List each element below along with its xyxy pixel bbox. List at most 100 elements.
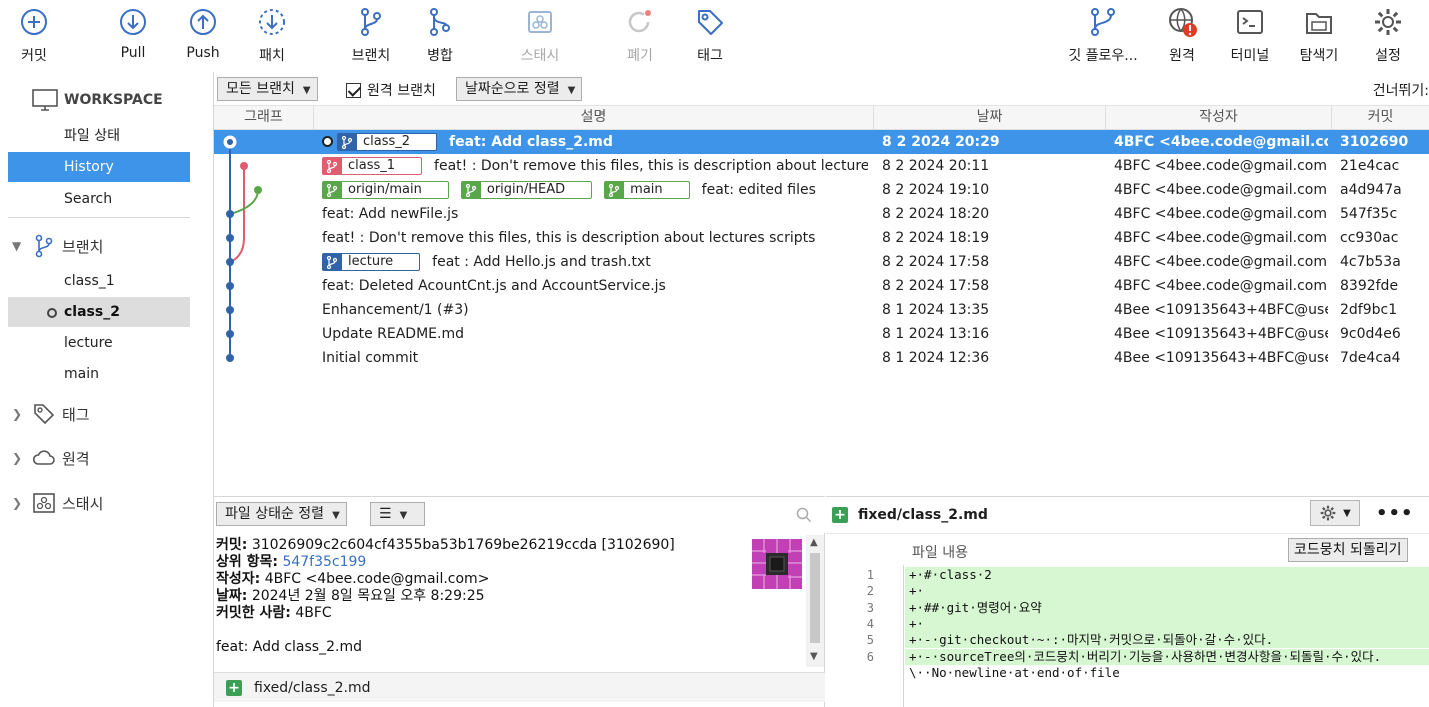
header-graph[interactable]: 그래프 xyxy=(214,106,314,130)
table-header: 그래프 설명 날짜 작성자 커밋 xyxy=(214,106,1429,130)
branch-tag-name: class_2 xyxy=(357,133,438,151)
sidebar-group-branches[interactable]: ▼ 브랜치 xyxy=(12,234,103,258)
sidebar-item-history[interactable]: History xyxy=(8,152,190,182)
gitflow-button[interactable]: 깃 플로우... xyxy=(1060,6,1146,68)
diff-context-line[interactable]: \··No·newline·at·end·of·file xyxy=(905,665,1429,681)
dropdown-label: 날짜순으로 정렬 xyxy=(465,81,560,97)
pull-button[interactable]: Pull xyxy=(112,6,154,68)
branch-tag[interactable]: class_2 xyxy=(337,133,438,151)
graph-node xyxy=(226,354,234,362)
tag-button[interactable]: 태그 xyxy=(692,6,728,68)
stash-label: 스태시 xyxy=(520,48,560,64)
remote-button[interactable]: 원격 xyxy=(1162,6,1202,68)
commit-date: 8 2 2024 17:58 xyxy=(882,278,990,294)
search-icon[interactable] xyxy=(796,507,812,523)
merge-button[interactable]: 병합 xyxy=(422,6,458,68)
commit-description: feat: Deleted AcountCnt.js and AccountSe… xyxy=(322,274,868,298)
header-commit[interactable]: 커밋 xyxy=(1332,106,1429,130)
detail-value: 4BFC xyxy=(295,605,332,621)
file-sort-dropdown[interactable]: 파일 상태순 정렬 ▼ xyxy=(216,502,347,526)
sidebar-branch-class-1[interactable]: class_1 xyxy=(8,266,190,296)
table-row[interactable]: Initial commit 8 1 2024 12:36 4Bee <109135… xyxy=(214,346,1429,370)
branch-tag[interactable]: lecture xyxy=(322,253,421,271)
table-row[interactable]: Update README.md 8 1 2024 13:16 4Bee <1091… xyxy=(214,322,1429,346)
diff-added-line[interactable]: +·#·class·2 xyxy=(905,567,1429,584)
branch-tag[interactable]: origin/HEAD xyxy=(460,181,593,199)
branch-tag[interactable]: origin/main xyxy=(322,181,449,199)
discard-button[interactable]: 폐기 xyxy=(622,6,658,68)
commit-message-text: feat! : Don't remove this files, this is… xyxy=(322,230,816,246)
stash-button[interactable]: 스태시 xyxy=(514,6,566,68)
table-row[interactable]: class_1 feat! : Don't remove this files, … xyxy=(214,154,1429,178)
branch-tag[interactable]: class_1 xyxy=(322,157,423,175)
branches-title: 브랜치 xyxy=(62,237,104,256)
commit-message-text: Update README.md xyxy=(322,326,464,342)
parent-commit-link[interactable]: 547f35c199 xyxy=(282,554,366,570)
settings-button[interactable]: 설정 xyxy=(1370,6,1406,68)
diff-added-line[interactable]: +· xyxy=(905,583,1429,600)
terminal-button[interactable]: 터미널 xyxy=(1226,6,1274,68)
diff-options-button[interactable]: ▼ xyxy=(1310,500,1360,526)
details-scrollbar[interactable]: ▲ ▼ xyxy=(806,535,824,667)
sidebar-branch-main[interactable]: main xyxy=(8,359,190,389)
table-row[interactable]: origin/main origin/HEAD main feat: edited f… xyxy=(214,178,1429,202)
scrollbar-thumb[interactable] xyxy=(810,553,820,643)
discard-label: 폐기 xyxy=(627,48,653,64)
pull-label: Pull xyxy=(120,45,146,61)
changed-file-row[interactable]: + fixed/class_2.md xyxy=(214,672,825,702)
explorer-button[interactable]: 탐색기 xyxy=(1294,6,1344,68)
line-number: 1 xyxy=(866,568,874,582)
table-row[interactable]: Enhancement/1 (#3) 8 1 2024 13:35 4Bee <10… xyxy=(214,298,1429,322)
detail-value: 31026909c2c604cf4355ba53b1769be26219ccda… xyxy=(251,537,675,553)
diff-added-line[interactable]: +·-·git·checkout·~·:·마지막·커밋으로·되돌아·갈·수·있다… xyxy=(905,632,1429,649)
commit-date: 8 2 2024 20:11 xyxy=(882,158,990,174)
sidebar-group-stashes[interactable]: ❯ 스태시 xyxy=(12,491,103,515)
scroll-up-icon[interactable]: ▲ xyxy=(810,537,818,548)
changed-file-name: fixed/class_2.md xyxy=(254,679,371,696)
header-date[interactable]: 날짜 xyxy=(874,106,1106,130)
revert-hunk-button[interactable]: 코드뭉치 되돌리기 xyxy=(1288,538,1408,562)
sidebar-branch-lecture[interactable]: lecture xyxy=(8,328,190,358)
table-row[interactable]: class_2 feat: Add class_2.md 8 2 2024 20:2… xyxy=(214,130,1429,154)
table-row[interactable]: lecture feat : Add Hello.js and trash.txt… xyxy=(214,250,1429,274)
table-row[interactable]: feat: Deleted AcountCnt.js and AccountSe… xyxy=(214,274,1429,298)
commit-message: feat: Add class_2.md xyxy=(216,639,362,655)
table-row[interactable]: feat: Add newFile.js 8 2 2024 18:20 4BFC <… xyxy=(214,202,1429,226)
view-mode-dropdown[interactable]: ☰ ▼ xyxy=(370,502,425,526)
sidebar-branch-class-2[interactable]: class_2 xyxy=(8,297,190,327)
commit-hash: 8392fde xyxy=(1340,278,1399,294)
commit-author: 4BFC <4bee.code@gmail.com> xyxy=(1114,182,1328,198)
branch-tag-name: class_1 xyxy=(342,157,423,175)
header-description[interactable]: 설명 xyxy=(314,106,874,130)
branch-button[interactable]: 브랜치 xyxy=(346,6,396,68)
commit-hash: 21e4cac xyxy=(1340,158,1400,174)
commit-button[interactable]: 커밋 xyxy=(14,6,54,68)
diff-added-line[interactable]: +· xyxy=(905,615,1429,633)
sidebar-group-remotes[interactable]: ❯ 원격 xyxy=(12,446,90,470)
branch-tag[interactable]: main xyxy=(604,181,690,199)
push-button[interactable]: Push xyxy=(182,6,224,68)
commit-history-table: 그래프 설명 날짜 작성자 커밋 class_2 feat: Add class_… xyxy=(214,106,1429,496)
commit-label: 커밋 xyxy=(21,48,47,64)
graph-node-head-center xyxy=(227,139,233,145)
commit-author: 4BFC <4bee.code@gmail.com> xyxy=(1114,158,1328,174)
commit-hash: a4d947a xyxy=(1340,182,1402,198)
all-branches-dropdown[interactable]: 모든 브랜치 ▼ xyxy=(217,77,318,101)
diff-added-line[interactable]: +·##·git·명령어·요약 xyxy=(905,599,1429,616)
graph-node xyxy=(240,162,248,170)
sidebar-item-label: 파일 상태 xyxy=(64,128,120,144)
remote-branches-checkbox[interactable]: 원격 브랜치 xyxy=(346,80,436,100)
commit-author: 4BFC <4bee.code@gmail.com> xyxy=(1114,278,1328,294)
diff-added-line[interactable]: +·-·sourceTree의·코드뭉치·버리기·기능을·사용하면·변경사항을·… xyxy=(905,648,1429,665)
sort-by-date-dropdown[interactable]: 날짜순으로 정렬 ▼ xyxy=(456,77,583,101)
scroll-down-icon[interactable]: ▼ xyxy=(810,651,818,662)
patch-button[interactable]: 패치 xyxy=(252,6,292,68)
more-options-icon[interactable]: ••• xyxy=(1376,503,1414,524)
table-row[interactable]: feat! : Don't remove this files, this is… xyxy=(214,226,1429,250)
sidebar-item-file-status[interactable]: 파일 상태 xyxy=(8,121,190,151)
sidebar-item-search[interactable]: Search xyxy=(8,184,190,214)
sidebar-group-tags[interactable]: ❯ 태그 xyxy=(12,402,90,426)
header-author[interactable]: 작성자 xyxy=(1106,106,1332,130)
chevron-down-icon: ▼ xyxy=(332,510,340,521)
file-added-icon: + xyxy=(226,679,242,696)
